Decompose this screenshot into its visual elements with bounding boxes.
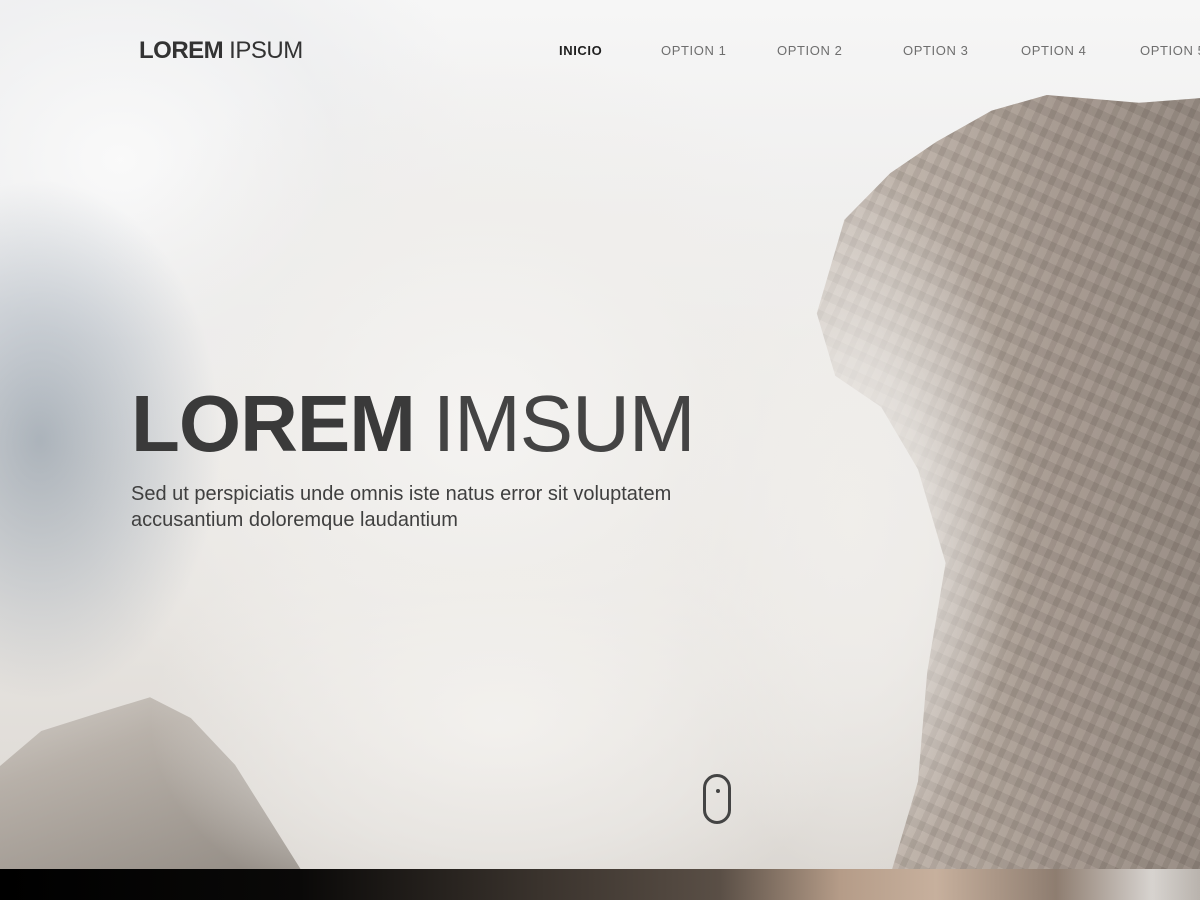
nav-item-option-2[interactable]: OPTION 2: [777, 43, 842, 58]
hero-subtitle-line-1: Sed ut perspiciatis unde omnis iste natu…: [131, 483, 672, 505]
top-navbar: LOREM IPSUM INICIO OPTION 1 OPTION 2 OPTI…: [0, 0, 1200, 100]
hero-title-bold: LOREM: [131, 379, 416, 468]
nav-item-option-5[interactable]: OPTION 5: [1140, 43, 1200, 58]
nav-item-option-4[interactable]: OPTION 4: [1021, 43, 1086, 58]
nav-item-inicio[interactable]: INICIO: [559, 43, 602, 58]
hero-title: LOREM IMSUM: [131, 378, 696, 470]
mouse-wheel-dot: [716, 789, 720, 793]
site-logo[interactable]: LOREM IPSUM: [139, 37, 303, 65]
hero-title-light: IMSUM: [432, 379, 696, 468]
hero-section: LOREM IPSUM INICIO OPTION 1 OPTION 2 OPTI…: [0, 0, 1200, 869]
hero-background-mist-bottom: [150, 520, 850, 869]
hero-subtitle-line-2: accusantium doloremque laudantium: [131, 509, 458, 531]
nav-item-option-1[interactable]: OPTION 1: [661, 43, 726, 58]
hero-subtitle: Sed ut perspiciatis unde omnis iste natu…: [131, 481, 731, 533]
logo-light-text: IPSUM: [229, 37, 303, 64]
logo-bold-text: LOREM: [139, 37, 224, 64]
mouse-scroll-icon[interactable]: [703, 774, 731, 824]
nav-item-option-3[interactable]: OPTION 3: [903, 43, 968, 58]
next-section-preview: [0, 869, 1200, 900]
